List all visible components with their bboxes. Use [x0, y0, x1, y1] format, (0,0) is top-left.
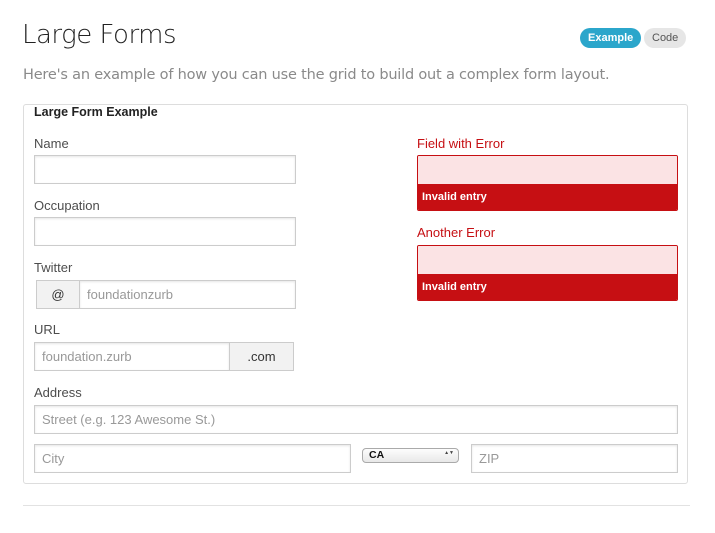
error-message: Invalid entry [418, 184, 677, 210]
url-label: URL [34, 322, 61, 337]
another-error-label: Another Error [417, 225, 496, 240]
zip-input[interactable]: ZIP [471, 444, 678, 473]
state-select-value: CA [369, 449, 385, 461]
page-subtitle: Here's an example of how you can use the… [23, 67, 610, 83]
state-select[interactable]: CA ▲▼ [362, 448, 459, 463]
error-message: Invalid entry [418, 274, 677, 300]
error-field-label: Field with Error [417, 136, 505, 151]
name-input[interactable] [34, 155, 296, 184]
twitter-at-prefix: @ [36, 280, 80, 309]
tab-example[interactable]: Example [580, 28, 642, 48]
url-input[interactable]: foundation.zurb [34, 342, 230, 371]
twitter-input[interactable]: foundationzurb [79, 280, 296, 309]
address-label: Address [34, 385, 82, 400]
select-arrows-icon: ▲▼ [444, 450, 454, 456]
occupation-input[interactable] [34, 217, 296, 246]
error-field-input[interactable] [418, 156, 677, 184]
twitter-label: Twitter [34, 260, 73, 275]
city-input[interactable]: City [34, 444, 351, 473]
error-field-1: Invalid entry [417, 155, 678, 211]
divider [23, 505, 690, 506]
fieldset-legend: Large Form Example [31, 105, 161, 119]
occupation-label: Occupation [34, 198, 100, 213]
tab-code[interactable]: Code [644, 28, 687, 48]
street-input[interactable]: Street (e.g. 123 Awesome St.) [34, 405, 678, 434]
name-label: Name [34, 136, 69, 151]
url-com-postfix: .com [229, 342, 294, 371]
page-title: Large Forms [22, 20, 177, 50]
error-field-2: Invalid entry [417, 245, 678, 301]
another-error-input[interactable] [418, 246, 677, 274]
